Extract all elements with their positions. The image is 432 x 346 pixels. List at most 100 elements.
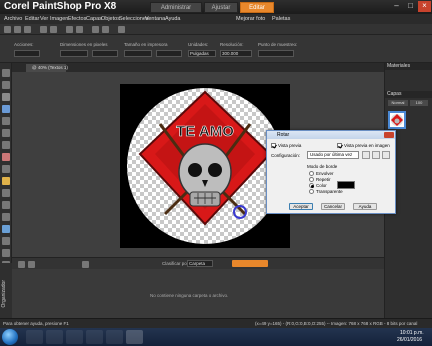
border-envolver-radio[interactable] <box>309 171 314 176</box>
border-color-label: Color <box>316 183 327 188</box>
mejorar-foto-button[interactable]: Mejorar foto <box>236 14 265 24</box>
image-canvas[interactable]: TE AMO <box>120 84 290 248</box>
tab-administrar[interactable]: Administrar <box>150 2 202 13</box>
organizer-toolbar: Clasificar por: Carpeta <box>12 257 384 269</box>
options-bar: Acciones: Dimensiones en pixeles Tamaño … <box>0 35 432 63</box>
menu-ventana[interactable]: Ventana <box>145 14 165 24</box>
preview-on-image-label: Vista previa en imagen <box>344 143 390 148</box>
dropper-tool-icon[interactable] <box>2 117 10 125</box>
border-transparente-radio[interactable] <box>309 189 314 194</box>
close-button[interactable]: × <box>418 1 431 12</box>
start-button[interactable] <box>2 329 18 345</box>
border-repetir-label: Repetir <box>316 177 331 182</box>
fill-tool-icon[interactable] <box>2 225 10 233</box>
fit-icon[interactable] <box>102 26 109 33</box>
status-bar: Para obtener ayuda, presione F1 (x=49 y=… <box>0 318 432 328</box>
taskbar-app2-icon[interactable] <box>106 330 123 344</box>
clone-tool-icon[interactable] <box>2 189 10 197</box>
folder-icon[interactable] <box>18 261 25 268</box>
help-button[interactable]: Ayuda <box>353 203 377 210</box>
zoom-icon[interactable] <box>92 26 99 33</box>
print-width-field[interactable] <box>124 50 152 57</box>
undo-icon[interactable] <box>40 26 47 33</box>
shape-tool-icon[interactable] <box>2 249 10 257</box>
menu-ayuda[interactable]: Ayuda <box>165 14 181 24</box>
pan-tool-icon[interactable] <box>2 69 10 77</box>
acciones-field[interactable] <box>14 50 40 57</box>
print-height-field[interactable] <box>156 50 182 57</box>
randomize-icon[interactable] <box>382 151 390 159</box>
layer-thumbnail[interactable] <box>388 111 406 129</box>
cancel-button[interactable]: Cancelar <box>321 203 345 210</box>
resolution-field[interactable]: 300.000 <box>220 50 252 57</box>
open-icon[interactable] <box>14 26 21 33</box>
straighten-tool-icon[interactable] <box>2 141 10 149</box>
border-repetir-radio[interactable] <box>309 177 314 182</box>
taskbar-media-icon[interactable] <box>66 330 83 344</box>
preview-checkbox[interactable] <box>271 143 276 148</box>
units-select[interactable]: Pulgadas <box>188 50 216 57</box>
border-mode-label: Modo de borde <box>307 164 338 169</box>
reset-icon[interactable] <box>372 151 380 159</box>
tab-ajustar[interactable]: Ajustar <box>204 2 238 13</box>
menu-objetos[interactable]: Objetos <box>101 14 120 24</box>
sort-select[interactable]: Carpeta <box>187 260 213 267</box>
redo-icon[interactable] <box>50 26 57 33</box>
text-tool-icon[interactable] <box>2 237 10 245</box>
paletas-button[interactable]: Paletas <box>272 14 290 24</box>
unidades-label: Unidades: <box>188 42 209 47</box>
taskbar: 10:01 p.m. 26/01/2016 <box>0 328 432 346</box>
crop-icon[interactable] <box>66 26 73 33</box>
menu-imagen[interactable]: Imagen <box>50 14 68 24</box>
dialog-close-icon[interactable] <box>384 132 394 138</box>
zoom-tool-icon[interactable] <box>2 81 10 89</box>
menu-capas[interactable]: Capas <box>86 14 102 24</box>
collection-icon[interactable] <box>28 261 35 268</box>
paint-brush-tool-icon[interactable] <box>2 177 10 185</box>
crop-tool-icon[interactable] <box>2 129 10 137</box>
makeover-tool-icon[interactable] <box>2 165 10 173</box>
pick-tool-icon[interactable] <box>2 93 10 101</box>
taskbar-ie-icon[interactable] <box>26 330 43 344</box>
clock-time[interactable]: 10:01 p.m. <box>400 330 424 336</box>
blend-mode-button[interactable]: Normal <box>388 100 408 106</box>
grid-icon[interactable] <box>118 26 125 33</box>
save-icon[interactable] <box>24 26 31 33</box>
width-field[interactable] <box>60 50 88 57</box>
taskbar-explorer-icon[interactable] <box>46 330 63 344</box>
border-color-radio[interactable] <box>309 183 314 188</box>
document-tabs: @ 40% (Textos 1) <box>12 63 384 72</box>
preview-on-image-checkbox[interactable] <box>337 143 342 148</box>
taskbar-paintshop-icon[interactable] <box>126 330 143 344</box>
menu-ver[interactable]: Ver <box>40 14 48 24</box>
filter-icon[interactable] <box>82 261 89 268</box>
red-eye-tool-icon[interactable] <box>2 153 10 161</box>
menu-archivo[interactable]: Archivo <box>4 14 22 24</box>
height-field[interactable] <box>92 50 118 57</box>
sample-point-field[interactable] <box>258 50 294 57</box>
save-preset-icon[interactable] <box>362 151 370 159</box>
resize-icon[interactable] <box>76 26 83 33</box>
opacity-button[interactable]: 100 <box>410 100 428 106</box>
preview-label: Vista previa <box>278 143 302 148</box>
config-select[interactable]: Usado por última vez <box>307 151 359 159</box>
ok-button[interactable]: Aceptar <box>289 203 313 210</box>
document-tab[interactable]: @ 40% (Textos 1) <box>26 64 68 72</box>
search-field[interactable] <box>232 260 268 267</box>
eraser-tool-icon[interactable] <box>2 201 10 209</box>
tab-editar[interactable]: Editar <box>240 2 274 13</box>
image-text: TE AMO <box>176 123 234 140</box>
border-envolver-label: Envolver <box>316 171 334 176</box>
border-color-swatch[interactable] <box>337 181 355 189</box>
minimize-button[interactable]: – <box>390 1 403 12</box>
dodge-tool-icon[interactable] <box>2 213 10 221</box>
new-icon[interactable] <box>4 26 11 33</box>
taskbar-app-icon[interactable] <box>86 330 103 344</box>
selection-tool-icon[interactable] <box>2 105 10 113</box>
maximize-button[interactable]: □ <box>404 1 417 12</box>
rotate-dialog: Rotar Vista previa Vista previa en image… <box>266 130 396 214</box>
menu-efectos[interactable]: Efectos <box>68 14 86 24</box>
layers-title: Capas <box>385 91 432 98</box>
menu-editar[interactable]: Editar <box>25 14 39 24</box>
clock-date[interactable]: 26/01/2016 <box>397 337 422 343</box>
